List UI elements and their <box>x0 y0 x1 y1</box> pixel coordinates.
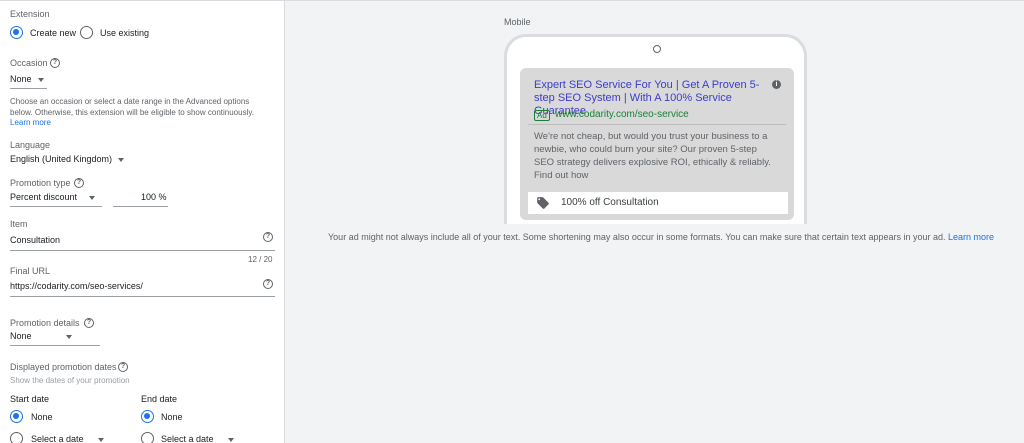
chevron-down-icon <box>97 437 104 442</box>
extension-heading: Extension <box>10 9 50 19</box>
occasion-dropdown[interactable]: None <box>10 74 44 84</box>
occasion-help-body: Choose an occasion or select a date rang… <box>10 97 254 117</box>
preview-disclaimer: Your ad might not always include all of … <box>328 232 994 242</box>
start-date-select-value: Select a date <box>31 434 84 443</box>
use-existing-radio[interactable] <box>80 26 93 39</box>
start-date-none-label[interactable]: None <box>31 412 53 422</box>
promotion-details-value: None <box>10 331 32 341</box>
end-date-select-radio[interactable] <box>141 432 154 443</box>
occasion-underline <box>10 88 47 89</box>
ad-display-url: www.codarity.com/seo-service <box>555 109 689 120</box>
tag-icon <box>537 197 549 209</box>
promotion-details-help-icon[interactable]: ? <box>84 318 94 328</box>
promotion-dates-subtext: Show the dates of your promotion <box>10 376 130 385</box>
language-label: Language <box>10 140 51 150</box>
occasion-label: Occasion <box>10 58 48 68</box>
start-date-select-radio[interactable] <box>10 432 23 443</box>
chevron-down-icon <box>227 437 234 442</box>
ad-preview-card: Expert SEO Service For You | Get A Prove… <box>520 68 794 220</box>
preview-mode-label: Mobile <box>504 17 531 27</box>
info-icon[interactable]: i <box>772 80 781 89</box>
disclaimer-learn-more-link[interactable]: Learn more <box>948 232 994 242</box>
promotion-type-underline <box>10 206 102 207</box>
ad-preview-panel: Mobile Expert SEO Service For You | Get … <box>285 0 1024 443</box>
chevron-down-icon <box>118 157 125 162</box>
end-date-none-radio[interactable] <box>141 410 154 423</box>
ad-badge: Ad <box>534 110 550 121</box>
promotion-type-help-icon[interactable]: ? <box>74 178 84 188</box>
final-url-help-icon[interactable]: ? <box>263 279 273 289</box>
promotion-type-label: Promotion type <box>10 178 71 188</box>
language-value: English (United Kingdom) <box>10 154 113 164</box>
promotion-type-value: Percent discount <box>10 192 78 202</box>
occasion-help-text: Choose an occasion or select a date rang… <box>10 97 268 129</box>
occasion-help-icon[interactable]: ? <box>50 58 60 68</box>
end-date-select-value: Select a date <box>161 434 214 443</box>
percent-underline <box>113 206 168 207</box>
phone-camera-icon <box>653 45 661 53</box>
end-date-select-dropdown[interactable]: Select a date <box>161 434 234 443</box>
promotion-details-label: Promotion details <box>10 318 80 328</box>
percent-input[interactable]: 100 % <box>141 192 167 202</box>
ad-divider <box>528 124 786 125</box>
promotion-details-dropdown[interactable]: None <box>10 331 72 341</box>
occasion-value: None <box>10 74 32 84</box>
mobile-phone-frame: Expert SEO Service For You | Get A Prove… <box>504 34 807 224</box>
start-date-none-radio[interactable] <box>10 410 23 423</box>
item-input[interactable]: Consultation <box>10 235 60 245</box>
item-label: Item <box>10 219 28 229</box>
final-url-label: Final URL <box>10 266 51 276</box>
final-url-underline <box>10 296 275 297</box>
ad-description: We're not cheap, but would you trust you… <box>534 131 771 181</box>
create-new-label[interactable]: Create new <box>30 28 76 38</box>
disclaimer-text: Your ad might not always include all of … <box>328 232 946 242</box>
use-existing-label[interactable]: Use existing <box>100 28 149 38</box>
promotion-dates-help-icon[interactable]: ? <box>118 362 128 372</box>
final-url-input[interactable]: https://codarity.com/seo-services/ <box>10 281 143 291</box>
create-new-radio[interactable] <box>10 26 23 39</box>
start-date-select-dropdown[interactable]: Select a date <box>31 434 104 443</box>
chevron-down-icon <box>89 195 96 200</box>
end-date-label: End date <box>141 394 178 404</box>
chevron-down-icon <box>65 334 72 339</box>
item-help-icon[interactable]: ? <box>263 232 273 242</box>
language-dropdown[interactable]: English (United Kingdom) <box>10 154 125 164</box>
end-date-none-label[interactable]: None <box>161 412 183 422</box>
start-date-label: Start date <box>10 394 50 404</box>
promotion-details-underline <box>10 345 100 346</box>
item-underline <box>10 250 275 251</box>
promotion-text: 100% off Consultation <box>561 197 659 208</box>
extension-form-panel: Extension Create new Use existing Occasi… <box>0 0 285 443</box>
item-char-counter: 12 / 20 <box>248 255 273 264</box>
chevron-down-icon <box>37 77 44 82</box>
displayed-promotion-dates-label: Displayed promotion dates <box>10 362 117 372</box>
promotion-type-dropdown[interactable]: Percent discount <box>10 192 96 202</box>
promotion-extension-row: 100% off Consultation <box>528 192 788 214</box>
occasion-learn-more-link[interactable]: Learn more <box>10 118 51 127</box>
